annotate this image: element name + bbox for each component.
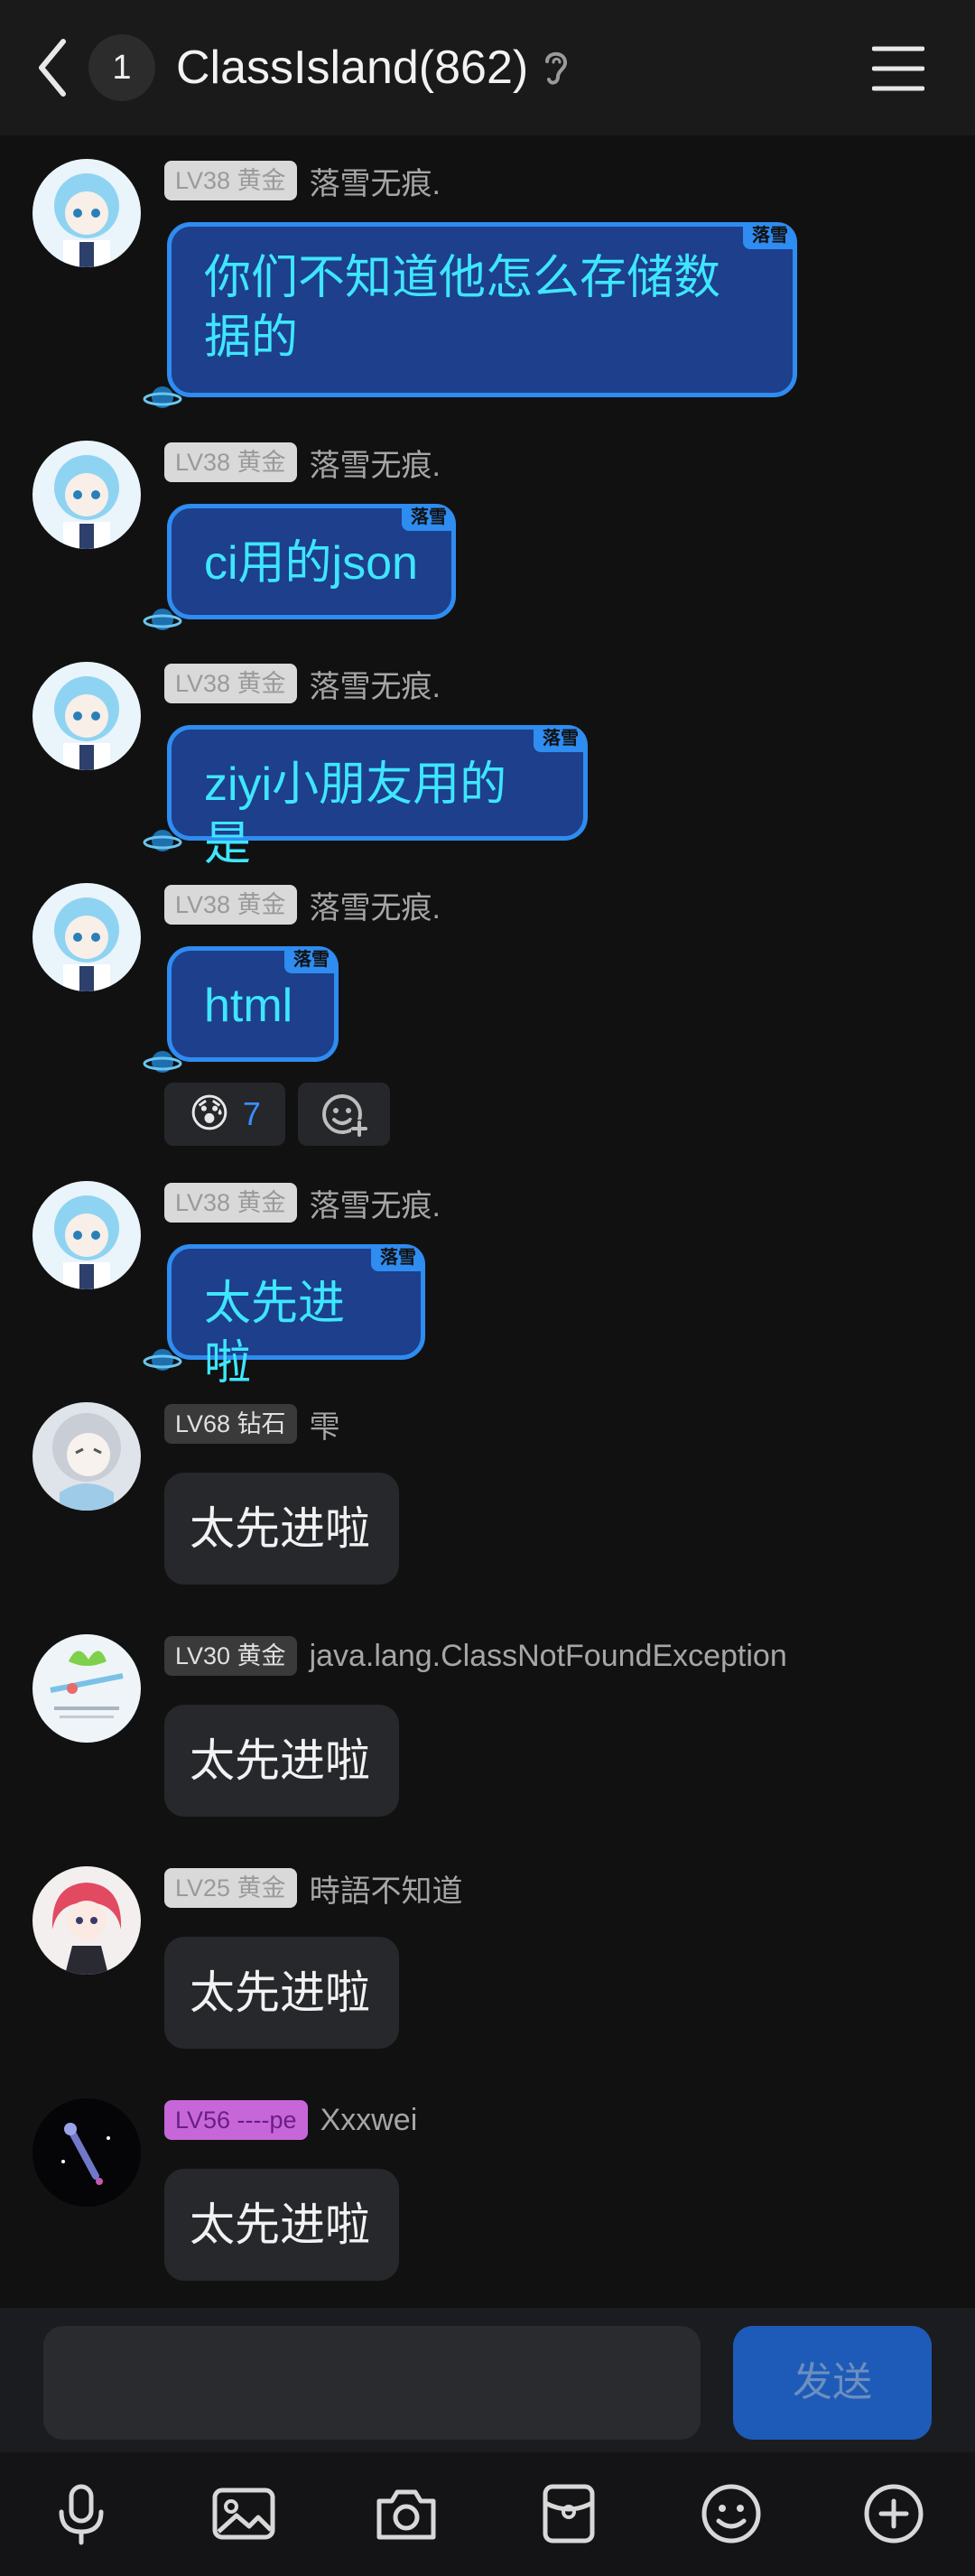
message-bubble[interactable]: 太先进啦: [164, 1473, 399, 1585]
sender-name[interactable]: 時語不知道: [310, 1866, 463, 1911]
level-badge: LV38 黄金: [164, 442, 297, 482]
message-meta: LV25 黄金 時語不知道: [164, 1866, 463, 1911]
reaction-count: 7: [242, 1095, 261, 1132]
sender-name[interactable]: 雫: [310, 1402, 340, 1446]
message-bubble[interactable]: 太先进啦: [164, 1705, 399, 1817]
level-badge: LV38 黄金: [164, 1183, 297, 1223]
reaction-emoji: 😰: [189, 1092, 230, 1136]
message-meta: LV38 黄金 落雪无痕.: [164, 885, 441, 925]
message-meta: LV38 黄金 落雪无痕.: [164, 662, 441, 706]
level-badge: LV38 黄金: [164, 161, 297, 200]
message-text: 太先进啦: [190, 2199, 370, 2250]
message-text: ci用的json: [204, 537, 418, 590]
message-text: 太先进啦: [204, 1278, 346, 1390]
level-badge: LV38 黄金: [164, 664, 297, 703]
chat-title[interactable]: ClassIsland(862): [176, 36, 528, 99]
avatar[interactable]: [32, 662, 141, 770]
message-text: 太先进啦: [190, 1967, 370, 2018]
message-meta: LV38 黄金 落雪无痕.: [164, 441, 441, 485]
title-tag: 落雪: [371, 1244, 425, 1271]
level-badge: LV38 黄金: [164, 885, 297, 925]
level-badge: LV68 钻石: [164, 1404, 297, 1444]
avatar[interactable]: [32, 1634, 141, 1743]
sender-name[interactable]: 落雪无痕.: [310, 441, 441, 485]
level-badge: LV25 黄金: [164, 1868, 297, 1908]
reaction-chip[interactable]: 😰 7: [164, 1083, 285, 1146]
message-bubble[interactable]: ziyi小朋友用的是 落雪: [167, 725, 588, 870]
avatar[interactable]: [32, 2098, 141, 2207]
message-meta: LV68 钻石 雫: [164, 1402, 340, 1446]
composer-bar: 发送: [0, 2308, 975, 2452]
message-bubble[interactable]: 太先进啦: [164, 2169, 399, 2281]
message-bubble[interactable]: 你们不知道他怎么存储数 据的 落雪: [167, 222, 797, 397]
chat-header: 1 ClassIsland(862): [0, 0, 975, 135]
sender-name[interactable]: 落雪无痕.: [310, 662, 441, 706]
avatar[interactable]: [32, 1866, 141, 1975]
avatar[interactable]: [32, 883, 141, 991]
message-text-line: 你们不知道他怎么存储数: [204, 252, 721, 304]
sender-name[interactable]: 落雪无痕.: [310, 1181, 441, 1225]
planet-icon: [143, 386, 182, 408]
title-tag: 落雪: [534, 725, 588, 752]
message-text: html: [204, 980, 293, 1032]
level-badge: LV30 黄金: [164, 1636, 297, 1676]
planet-icon: [143, 1349, 182, 1371]
message-meta: LV38 黄金 落雪无痕.: [164, 1183, 441, 1223]
back-arrow-icon[interactable]: [34, 36, 70, 99]
message-text: 太先进啦: [190, 1735, 370, 1786]
planet-icon: [143, 1051, 182, 1073]
add-reaction-icon: [322, 1094, 367, 1137]
camera-icon[interactable]: [372, 2479, 441, 2548]
red-packet-icon[interactable]: [534, 2479, 603, 2548]
message-bubble[interactable]: ci用的json 落雪: [167, 504, 456, 619]
title-tag: 落雪: [284, 946, 339, 973]
menu-icon[interactable]: [872, 43, 924, 94]
send-button[interactable]: 发送: [733, 2326, 932, 2440]
avatar[interactable]: [32, 1181, 141, 1289]
message-text: 太先进啦: [190, 1503, 370, 1554]
message-bubble[interactable]: html 落雪: [167, 946, 339, 1062]
plus-icon[interactable]: [859, 2479, 928, 2548]
message-text-line: 据的: [204, 312, 299, 364]
avatar[interactable]: [32, 159, 141, 267]
title-tag: 落雪: [402, 504, 456, 531]
title-tag: 落雪: [743, 222, 797, 249]
sender-name[interactable]: java.lang.ClassNotFoundException: [310, 1639, 787, 1674]
unread-count-badge[interactable]: 1: [88, 34, 155, 101]
message-bubble[interactable]: 太先进啦: [164, 1937, 399, 2049]
ear-icon[interactable]: [540, 47, 571, 88]
message-meta: LV30 黄金 java.lang.ClassNotFoundException: [164, 1636, 787, 1676]
avatar[interactable]: [32, 441, 141, 549]
composer-toolbar: [0, 2452, 975, 2576]
level-badge: LV56 ----pe: [164, 2100, 308, 2140]
add-reaction-button[interactable]: [298, 1083, 390, 1146]
message-bubble[interactable]: 太先进啦 落雪: [167, 1244, 425, 1390]
message-meta: LV56 ----pe Xxxwei: [164, 2100, 417, 2140]
sender-name[interactable]: Xxxwei: [320, 2103, 418, 2138]
image-icon[interactable]: [209, 2479, 278, 2548]
message-text: ziyi小朋友用的是: [204, 758, 507, 870]
sender-name[interactable]: 落雪无痕.: [310, 159, 441, 203]
message-input[interactable]: [43, 2326, 701, 2440]
microphone-icon[interactable]: [47, 2479, 116, 2548]
planet-icon: [143, 609, 182, 630]
sender-name[interactable]: 落雪无痕.: [310, 883, 441, 927]
planet-icon: [143, 830, 182, 851]
emoji-icon[interactable]: [697, 2479, 766, 2548]
message-meta: LV38 黄金 落雪无痕.: [164, 159, 441, 203]
avatar[interactable]: [32, 1402, 141, 1511]
